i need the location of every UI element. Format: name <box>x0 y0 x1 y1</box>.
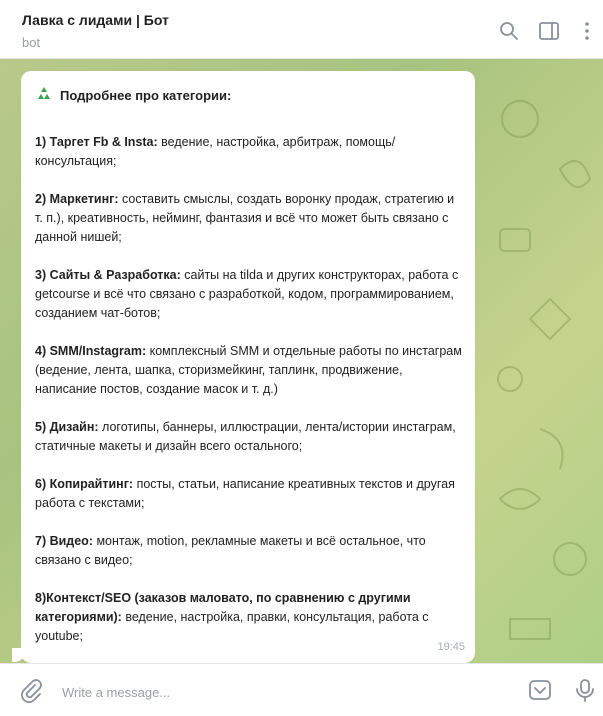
message-body: 1) Таргет Fb & Insta: ведение, настройка… <box>35 133 465 663</box>
recycle-icon <box>35 85 53 106</box>
sidebar-toggle-icon[interactable] <box>538 20 560 42</box>
category-item: 1) Таргет Fb & Insta: ведение, настройка… <box>35 135 396 168</box>
message-heading-text: Подробнее про категории: <box>60 88 232 103</box>
message-input[interactable] <box>60 681 504 703</box>
category-item: 8)Контекст/SEO (заказов маловато, по сра… <box>35 591 429 643</box>
more-vertical-icon[interactable] <box>576 20 598 42</box>
microphone-icon[interactable] <box>572 677 598 703</box>
search-icon[interactable] <box>498 20 520 42</box>
bot-keyboard-icon[interactable] <box>527 677 553 703</box>
message-bubble[interactable]: Подробнее про категории: 1) Таргет Fb & … <box>21 71 475 663</box>
category-item: 3) Сайты & Разработка: сайты на tilda и … <box>35 268 459 320</box>
message-composer <box>0 663 603 716</box>
category-item: 6) Копирайтинг: посты, статьи, написание… <box>35 477 455 510</box>
chat-subtitle: bot <box>22 35 41 50</box>
chat-area[interactable]: Подробнее про категории: 1) Таргет Fb & … <box>0 59 603 663</box>
attach-icon[interactable] <box>18 677 44 703</box>
chat-title[interactable]: Лавка с лидами | Бот <box>22 12 169 28</box>
background-pattern <box>497 100 592 640</box>
category-item: 4) SMM/Instagram: комплексный SMM и отде… <box>35 344 462 396</box>
chat-header: Лавка с лидами | Бот bot <box>0 0 603 59</box>
category-item: 7) Видео: монтаж, motion, рекламные маке… <box>35 534 426 567</box>
message-heading: Подробнее про категории: <box>35 85 231 106</box>
message-time: 19:45 <box>437 641 465 653</box>
category-item: 5) Дизайн: логотипы, баннеры, иллюстраци… <box>35 420 456 453</box>
category-item: 2) Маркетинг: составить смыслы, создать … <box>35 192 455 244</box>
